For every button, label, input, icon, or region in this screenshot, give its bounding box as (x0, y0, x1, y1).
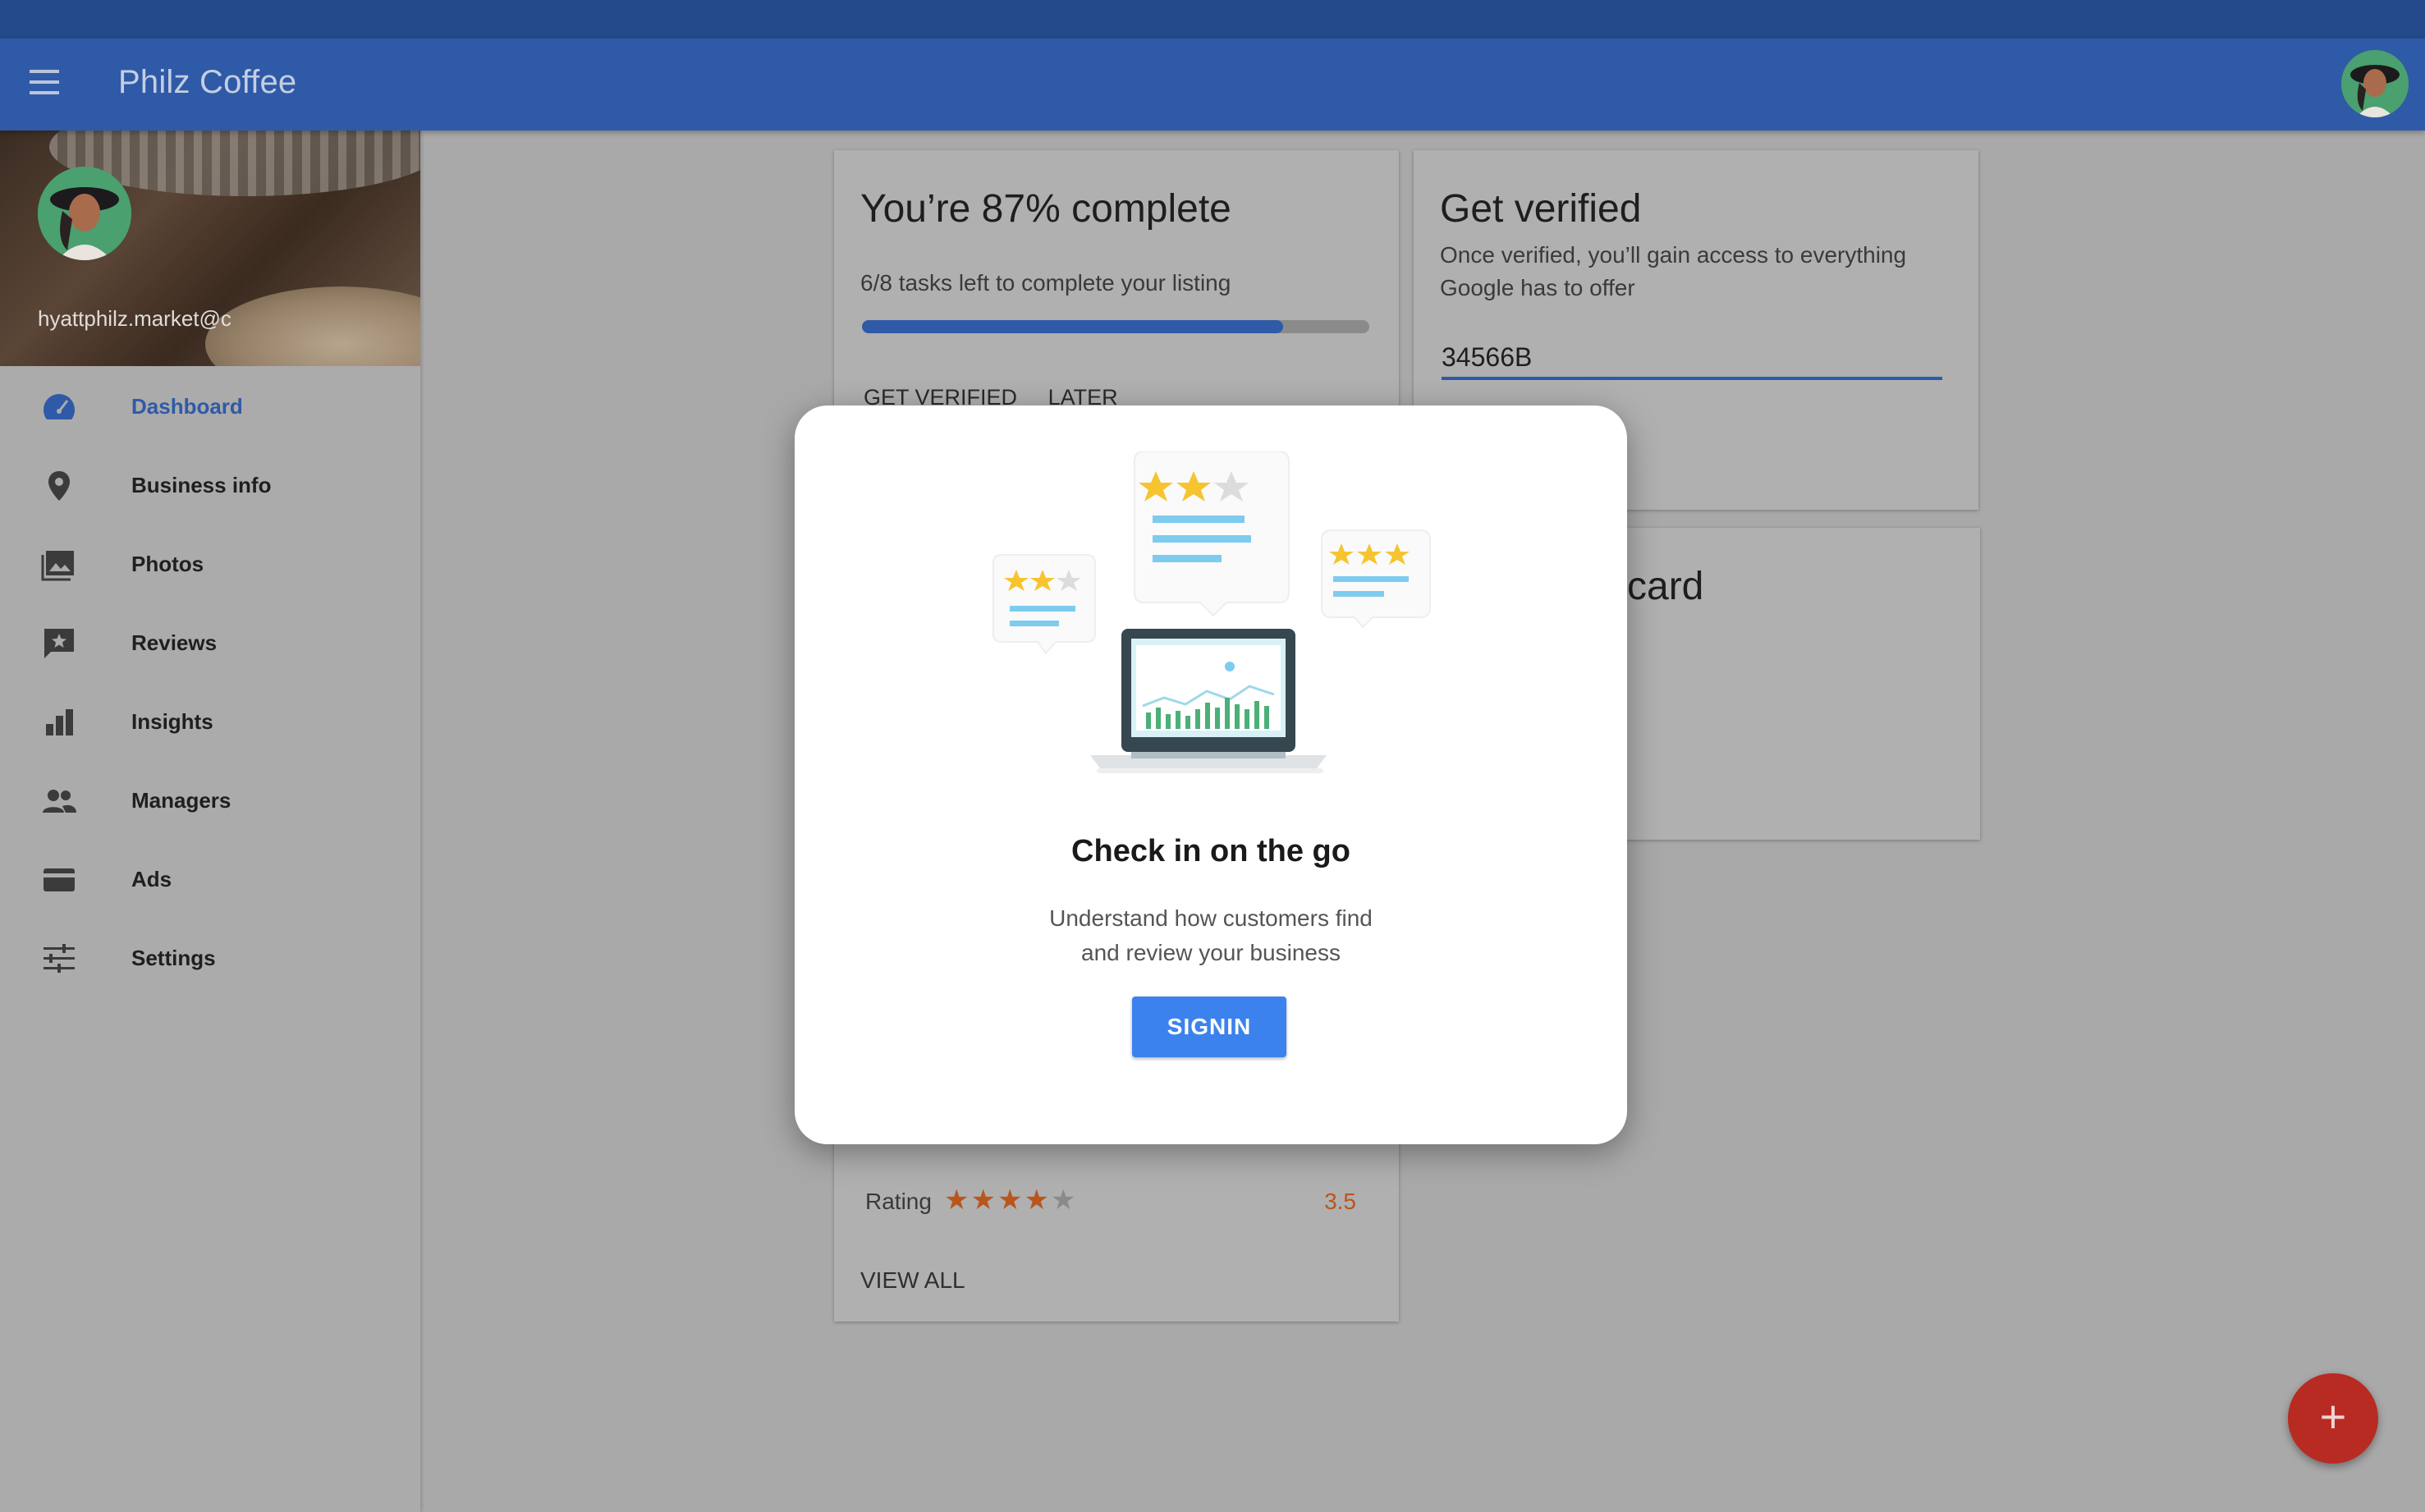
nav-item-photos[interactable]: Photos (0, 524, 420, 603)
photos-icon (41, 551, 74, 581)
credit-card-icon (44, 868, 75, 891)
progress-title: You’re 87% complete (860, 187, 1231, 231)
nav-item-insights[interactable]: Insights (0, 681, 420, 760)
account-avatar[interactable] (2341, 50, 2409, 117)
verification-code-input[interactable] (1442, 337, 1942, 380)
verify-title: Get verified (1440, 187, 1642, 231)
dialog-title: Check in on the go (1071, 834, 1350, 868)
add-fab-button[interactable]: + (2288, 1373, 2378, 1464)
reviews-icon (44, 629, 74, 658)
dashboard-icon (43, 394, 76, 419)
reviews-laptop-illustration (992, 451, 1431, 773)
signin-dialog: Check in on the go Understand how custom… (795, 405, 1627, 1144)
view-all-button[interactable]: VIEW ALL (860, 1267, 965, 1294)
nav-item-ads[interactable]: Ads (0, 839, 420, 918)
people-icon (43, 790, 76, 813)
nav-label-photos: Photos (131, 552, 204, 576)
rating-value: 3.5 (1324, 1189, 1356, 1214)
reviews-card: Rating ★★★★★ 3.5 VIEW ALL (834, 1116, 1399, 1322)
progress-bar (862, 320, 1369, 333)
dialog-body: Understand how customers find and review… (795, 901, 1627, 970)
navigation-drawer: hyattphilz.market@c Dashboard Business i… (0, 131, 420, 1512)
plus-icon: + (2319, 1391, 2347, 1442)
progress-subtitle: 6/8 tasks left to complete your listing (860, 270, 1231, 296)
rating-stars: ★★★★★ (944, 1184, 1077, 1216)
nav-label-dashboard: Dashboard (131, 394, 243, 419)
rating-label: Rating (865, 1189, 932, 1214)
app-bar: Philz Coffee (0, 39, 2425, 131)
nav-label-insights: Insights (131, 709, 213, 734)
progress-bar-fill (862, 320, 1283, 333)
rating-star-icon: ★ (1050, 1184, 1078, 1216)
rating-star-icon: ★ (997, 1184, 1025, 1216)
rating-star-icon: ★ (944, 1184, 971, 1216)
account-email: hyattphilz.market@c (38, 306, 231, 331)
drawer-header: hyattphilz.market@c (0, 131, 420, 366)
nav-label-settings: Settings (131, 946, 216, 970)
bar-chart-icon (46, 709, 73, 735)
profile-avatar[interactable] (38, 167, 131, 260)
nav-label-ads: Ads (131, 867, 172, 891)
nav-item-dashboard[interactable]: Dashboard (0, 366, 420, 445)
verify-description: Once verified, you’ll gain access to eve… (1440, 242, 1907, 300)
drawer-nav: Dashboard Business info Photos Reviews I… (0, 366, 420, 997)
nav-item-reviews[interactable]: Reviews (0, 603, 420, 681)
dialog-body-line-2: and review your business (1081, 940, 1341, 965)
nav-item-managers[interactable]: Managers (0, 760, 420, 839)
nav-item-settings[interactable]: Settings (0, 918, 420, 997)
sliders-icon (44, 944, 75, 973)
business-card-title: card (1627, 565, 1704, 608)
signin-button[interactable]: SIGNIN (1132, 997, 1286, 1057)
app-title: Philz Coffee (118, 64, 297, 100)
rating-star-icon: ★ (970, 1184, 997, 1216)
progress-card: You’re 87% complete 6/8 tasks left to co… (834, 150, 1399, 413)
header-background-cup (205, 286, 420, 366)
rating-star-icon: ★ (1024, 1184, 1051, 1216)
menu-icon[interactable] (30, 70, 62, 98)
status-strip (0, 0, 2425, 39)
nav-label-managers: Managers (131, 788, 231, 813)
nav-item-business-info[interactable]: Business info (0, 445, 420, 524)
dialog-body-line-1: Understand how customers find (1049, 905, 1373, 931)
location-pin-icon (48, 471, 70, 501)
nav-label-business-info: Business info (131, 473, 272, 497)
nav-label-reviews: Reviews (131, 630, 218, 655)
